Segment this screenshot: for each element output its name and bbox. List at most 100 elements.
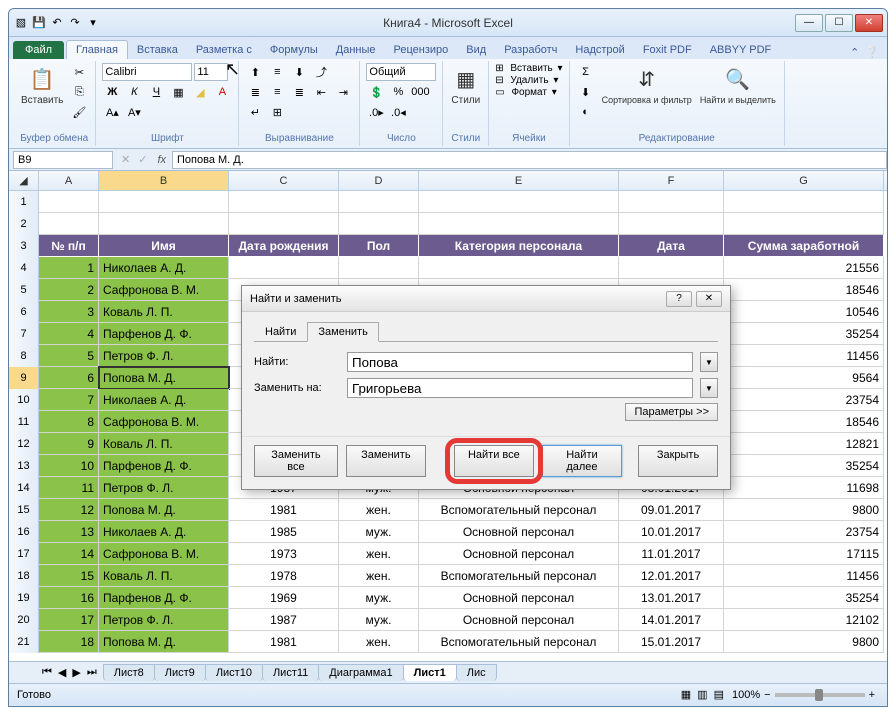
col-header[interactable]: E	[419, 171, 619, 190]
sheet-tab[interactable]: Лис	[456, 664, 497, 681]
bold-button[interactable]: Ж	[102, 83, 122, 101]
cut-icon[interactable]: ✂	[69, 63, 89, 81]
cell[interactable]: Коваль Л. П.	[99, 433, 229, 455]
underline-button[interactable]: Ч	[146, 83, 166, 101]
row-header[interactable]: 18	[9, 565, 39, 587]
tab-addins[interactable]: Надстрой	[566, 41, 633, 59]
cell[interactable]	[619, 213, 724, 235]
cell[interactable]	[619, 257, 724, 279]
redo-icon[interactable]: ↷	[67, 15, 83, 31]
cell[interactable]	[724, 191, 884, 213]
cell[interactable]: 23754	[724, 389, 884, 411]
cell[interactable]: 9800	[724, 499, 884, 521]
cell[interactable]: 12821	[724, 433, 884, 455]
cell[interactable]: 14	[39, 543, 99, 565]
paste-button[interactable]: 📋 Вставить	[19, 63, 65, 108]
zoom-in-button[interactable]: +	[865, 689, 879, 701]
cell[interactable]: 21556	[724, 257, 884, 279]
cell[interactable]: муж.	[339, 521, 419, 543]
shrink-font-icon[interactable]: A▾	[124, 103, 144, 121]
table-header[interactable]: № п/п	[39, 235, 99, 257]
border-button[interactable]: ▦	[168, 83, 188, 101]
cell[interactable]	[339, 213, 419, 235]
table-header[interactable]: Категория персонала	[419, 235, 619, 257]
cell[interactable]: Вспомогательный персонал	[419, 499, 619, 521]
close-dialog-button[interactable]: Закрыть	[638, 445, 718, 477]
orientation-icon[interactable]: ⤴	[311, 63, 331, 81]
cells-insert-button[interactable]: ⊞ Вставить ▾	[495, 63, 562, 74]
align-top-icon[interactable]: ⬆	[245, 63, 265, 81]
cell[interactable]: 15.01.2017	[619, 631, 724, 653]
table-header[interactable]: Дата	[619, 235, 724, 257]
sheet-nav-prev-icon[interactable]: ◀	[55, 666, 69, 679]
replace-button[interactable]: Заменить	[346, 445, 426, 477]
enter-formula-icon[interactable]: ✓	[134, 153, 151, 166]
cell[interactable]: Петров Ф. Л.	[99, 477, 229, 499]
cell[interactable]: муж.	[339, 609, 419, 631]
cell[interactable]: Николаев А. Д.	[99, 389, 229, 411]
col-header[interactable]: C	[229, 171, 339, 190]
cell[interactable]	[229, 191, 339, 213]
cell[interactable]: 12.01.2017	[619, 565, 724, 587]
styles-button[interactable]: ▦ Стили	[449, 63, 482, 108]
tab-view[interactable]: Вид	[457, 41, 495, 59]
cell[interactable]: Основной персонал	[419, 543, 619, 565]
cell[interactable]: 13	[39, 521, 99, 543]
clear-icon[interactable]: ◐	[576, 103, 596, 121]
cell[interactable]	[339, 257, 419, 279]
undo-icon[interactable]: ↶	[49, 15, 65, 31]
cell[interactable]: жен.	[339, 543, 419, 565]
cell[interactable]: 1981	[229, 499, 339, 521]
ribbon-min-icon[interactable]: ⌃	[850, 46, 859, 59]
cell[interactable]: 17115	[724, 543, 884, 565]
cell[interactable]: Николаев А. Д.	[99, 257, 229, 279]
row-header[interactable]: 4	[9, 257, 39, 279]
cell[interactable]: Основной персонал	[419, 609, 619, 631]
sheet-tab[interactable]: Лист10	[205, 664, 263, 681]
close-button[interactable]: ✕	[855, 14, 883, 32]
cell[interactable]	[39, 191, 99, 213]
cell[interactable]: Коваль Л. П.	[99, 565, 229, 587]
select-all-corner[interactable]: ◢	[9, 171, 39, 190]
col-header[interactable]: A	[39, 171, 99, 190]
view-normal-icon[interactable]: ▦	[678, 688, 694, 701]
cell[interactable]: 1973	[229, 543, 339, 565]
name-box[interactable]: B9	[13, 151, 113, 169]
tab-replace[interactable]: Заменить	[307, 322, 378, 342]
cell[interactable]: 3	[39, 301, 99, 323]
percent-icon[interactable]: %	[388, 83, 408, 101]
indent-dec-icon[interactable]: ⇤	[311, 83, 331, 101]
format-painter-icon[interactable]: 🖌	[69, 103, 89, 121]
cell[interactable]: Сафронова В. М.	[99, 411, 229, 433]
cell[interactable]: жен.	[339, 565, 419, 587]
view-layout-icon[interactable]: ▥	[694, 688, 710, 701]
find-next-button[interactable]: Найти далее	[542, 445, 622, 477]
cell[interactable]: 14.01.2017	[619, 609, 724, 631]
zoom-value[interactable]: 100%	[732, 689, 760, 701]
replace-all-button[interactable]: Заменить все	[254, 445, 338, 477]
col-header[interactable]: F	[619, 171, 724, 190]
replace-input[interactable]	[347, 378, 693, 398]
cell[interactable]: 11456	[724, 565, 884, 587]
tab-layout[interactable]: Разметка с	[187, 41, 261, 59]
cell[interactable]: 11698	[724, 477, 884, 499]
col-header[interactable]: D	[339, 171, 419, 190]
cell[interactable]: 12102	[724, 609, 884, 631]
autosum-icon[interactable]: Σ	[576, 63, 596, 81]
cell[interactable]: 11456	[724, 345, 884, 367]
row-header[interactable]: 17	[9, 543, 39, 565]
cell[interactable]: 10546	[724, 301, 884, 323]
row-header[interactable]: 12	[9, 433, 39, 455]
cell[interactable]: 1	[39, 257, 99, 279]
cell[interactable]: 10	[39, 455, 99, 477]
cell[interactable]: 09.01.2017	[619, 499, 724, 521]
zoom-out-button[interactable]: −	[760, 689, 774, 701]
row-header[interactable]: 15	[9, 499, 39, 521]
cell[interactable]: 18546	[724, 279, 884, 301]
sheet-tab[interactable]: Диаграмма1	[318, 664, 403, 681]
cell[interactable]: 18546	[724, 411, 884, 433]
cell[interactable]: 1981	[229, 631, 339, 653]
sheet-tab[interactable]: Лист8	[103, 664, 155, 681]
qat-more-icon[interactable]: ▾	[85, 15, 101, 31]
replace-dropdown-icon[interactable]: ▼	[700, 378, 718, 398]
